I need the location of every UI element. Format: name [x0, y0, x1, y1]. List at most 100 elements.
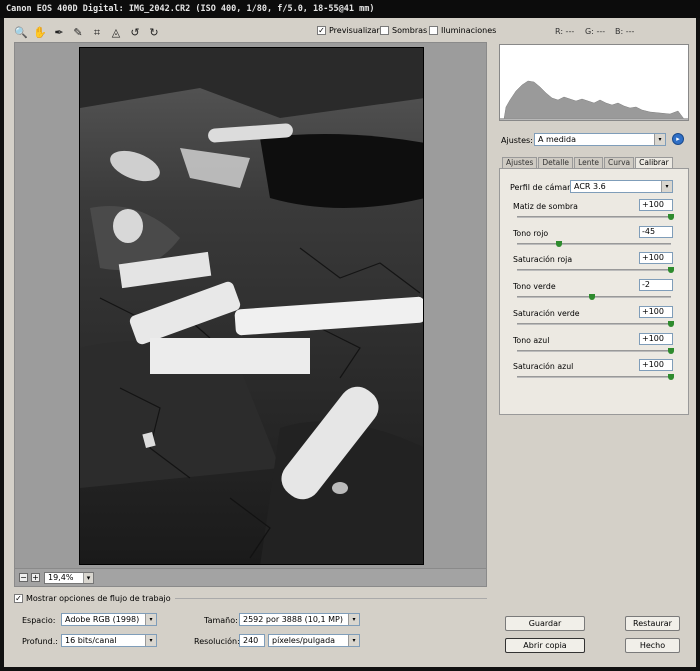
shadows-check-box — [380, 26, 389, 35]
color-sampler-tool-icon[interactable]: ✎ — [71, 25, 85, 39]
settings-label: Ajustes: — [501, 136, 533, 145]
camera-profile-select[interactable]: ACR 3.6 ▾ — [570, 180, 673, 193]
photo-image — [80, 48, 423, 564]
white-balance-tool-icon[interactable]: ✒ — [52, 25, 66, 39]
depth-label: Profund.: — [22, 637, 58, 646]
dialog-body: 🔍 ✋ ✒ ✎ ⌗ ◬ ↺ ↻ ✓ Previsualizar Sombras Ilumina… — [4, 18, 696, 667]
resolution-unit-select[interactable]: píxeles/pulgada ▾ — [268, 634, 360, 647]
slider-label: Matiz de sombra — [513, 202, 578, 211]
reset-button[interactable]: Restaurar — [625, 616, 680, 631]
slider-thumb[interactable] — [668, 214, 674, 220]
chevron-down-icon: ▾ — [145, 635, 156, 646]
settings-value: A medida — [538, 135, 577, 144]
zoom-value: 19,4% — [48, 573, 74, 582]
slider-track[interactable] — [517, 267, 674, 274]
slider-thumb[interactable] — [668, 267, 674, 274]
zoom-out-button[interactable]: − — [19, 573, 28, 582]
depth-value: 16 bits/canal — [65, 636, 117, 645]
space-value: Adobe RGB (1998) — [65, 615, 140, 624]
space-label: Espacio: — [22, 616, 56, 625]
highlights-checkbox[interactable]: Iluminaciones — [429, 26, 496, 35]
preview-label: Previsualizar — [329, 26, 380, 35]
preview-check-mark: ✓ — [317, 26, 326, 35]
slider-track[interactable] — [517, 374, 674, 381]
slider-track[interactable] — [517, 240, 671, 247]
rotate-right-icon[interactable]: ↻ — [147, 25, 161, 39]
workflow-options: ✓ Mostrar opciones de flujo de trabajo E… — [14, 594, 487, 662]
g-readout: G: --- — [585, 27, 606, 36]
size-select[interactable]: 2592 por 3888 (10,1 MP) ▾ — [239, 613, 360, 626]
highlights-check-box — [429, 26, 438, 35]
save-button[interactable]: Guardar — [505, 616, 585, 631]
depth-select[interactable]: 16 bits/canal ▾ — [61, 634, 157, 647]
zoom-bar: − + 19,4% ▾ — [14, 569, 487, 587]
calibrate-panel: Perfil de cámara: ACR 3.6 ▾ Matiz de som… — [499, 168, 689, 415]
done-button[interactable]: Hecho — [625, 638, 680, 653]
settings-select[interactable]: A medida ▾ — [534, 133, 666, 146]
slider-value-input[interactable]: +100 — [639, 199, 673, 211]
settings-menu-button[interactable]: ▸ — [672, 133, 684, 145]
histogram — [499, 44, 689, 121]
slider-thumb[interactable] — [556, 240, 563, 247]
histogram-graph — [500, 80, 688, 120]
slider-value-input[interactable]: +100 — [639, 359, 673, 372]
straighten-tool-icon[interactable]: ◬ — [109, 25, 123, 39]
shadows-checkbox[interactable]: Sombras — [380, 26, 427, 35]
tab-calibrar[interactable]: Calibrar — [635, 157, 673, 168]
show-workflow-checkbox[interactable]: ✓ Mostrar opciones de flujo de trabajo — [14, 594, 175, 603]
slider-track[interactable] — [517, 214, 674, 220]
slider-value-input[interactable]: +100 — [639, 252, 673, 265]
slider-label: Saturación verde — [513, 308, 580, 318]
slider-value-input[interactable]: -2 — [639, 279, 673, 292]
slider-track[interactable] — [517, 294, 671, 301]
open-copy-button[interactable]: Abrir copia — [505, 638, 585, 653]
camera-profile-label: Perfil de cámara: — [510, 183, 578, 192]
slider-label: Tono rojo — [513, 228, 549, 238]
tab-ajustes[interactable]: Ajustes — [502, 157, 538, 168]
tab-detalle[interactable]: Detalle — [538, 157, 574, 168]
resolution-unit-value: píxeles/pulgada — [272, 636, 336, 645]
hand-tool-icon[interactable]: ✋ — [33, 25, 47, 39]
chevron-down-icon: ▾ — [654, 134, 665, 145]
slider-value-input[interactable]: +100 — [639, 332, 673, 345]
crop-tool-icon[interactable]: ⌗ — [90, 25, 104, 39]
slider-track[interactable] — [517, 320, 674, 327]
chevron-down-icon: ▾ — [661, 181, 672, 192]
show-workflow-check-mark: ✓ — [14, 594, 23, 603]
zoom-in-button[interactable]: + — [31, 573, 40, 582]
shadows-label: Sombras — [392, 26, 428, 35]
size-label: Tamaño: — [204, 616, 238, 625]
slider-thumb[interactable] — [668, 374, 674, 381]
slider-value-input[interactable]: -45 — [639, 225, 673, 238]
chevron-down-icon: ▾ — [348, 635, 359, 646]
preview-checkbox[interactable]: ✓ Previsualizar — [317, 26, 380, 35]
panel-tabs: Ajustes Detalle Lente Curva Calibrar — [502, 157, 674, 168]
image-preview-area[interactable] — [14, 42, 487, 569]
tab-curva[interactable]: Curva — [604, 157, 635, 168]
slider-label: Tono azul — [513, 335, 550, 345]
slider-label: Saturación roja — [513, 255, 573, 265]
slider-thumb[interactable] — [668, 320, 674, 327]
window-title: Canon EOS 400D Digital: IMG_2042.CR2 (IS… — [0, 0, 700, 18]
r-readout: R: --- — [555, 27, 575, 36]
chevron-down-icon: ▾ — [145, 614, 156, 625]
resolution-input[interactable]: 240 — [239, 634, 265, 647]
zoom-tool-icon[interactable]: 🔍 — [14, 25, 28, 39]
slider-label: Tono verde — [513, 282, 556, 292]
size-value: 2592 por 3888 (10,1 MP) — [243, 615, 343, 624]
resolution-label: Resolución: — [194, 637, 240, 646]
highlights-label: Iluminaciones — [441, 26, 497, 35]
zoom-select[interactable]: 19,4% ▾ — [44, 572, 94, 584]
slider-thumb[interactable] — [668, 347, 674, 354]
rotate-left-icon[interactable]: ↺ — [128, 25, 142, 39]
tab-lente[interactable]: Lente — [574, 157, 604, 168]
slider-track[interactable] — [517, 347, 674, 354]
slider-label: Saturación azul — [513, 362, 574, 372]
slider-thumb[interactable] — [589, 294, 596, 301]
photo-preview[interactable] — [79, 47, 424, 565]
space-select[interactable]: Adobe RGB (1998) ▾ — [61, 613, 157, 626]
chevron-down-icon: ▾ — [83, 573, 93, 583]
show-workflow-label: Mostrar opciones de flujo de trabajo — [26, 594, 171, 603]
chevron-down-icon: ▾ — [348, 614, 359, 625]
slider-value-input[interactable]: +100 — [639, 305, 673, 318]
